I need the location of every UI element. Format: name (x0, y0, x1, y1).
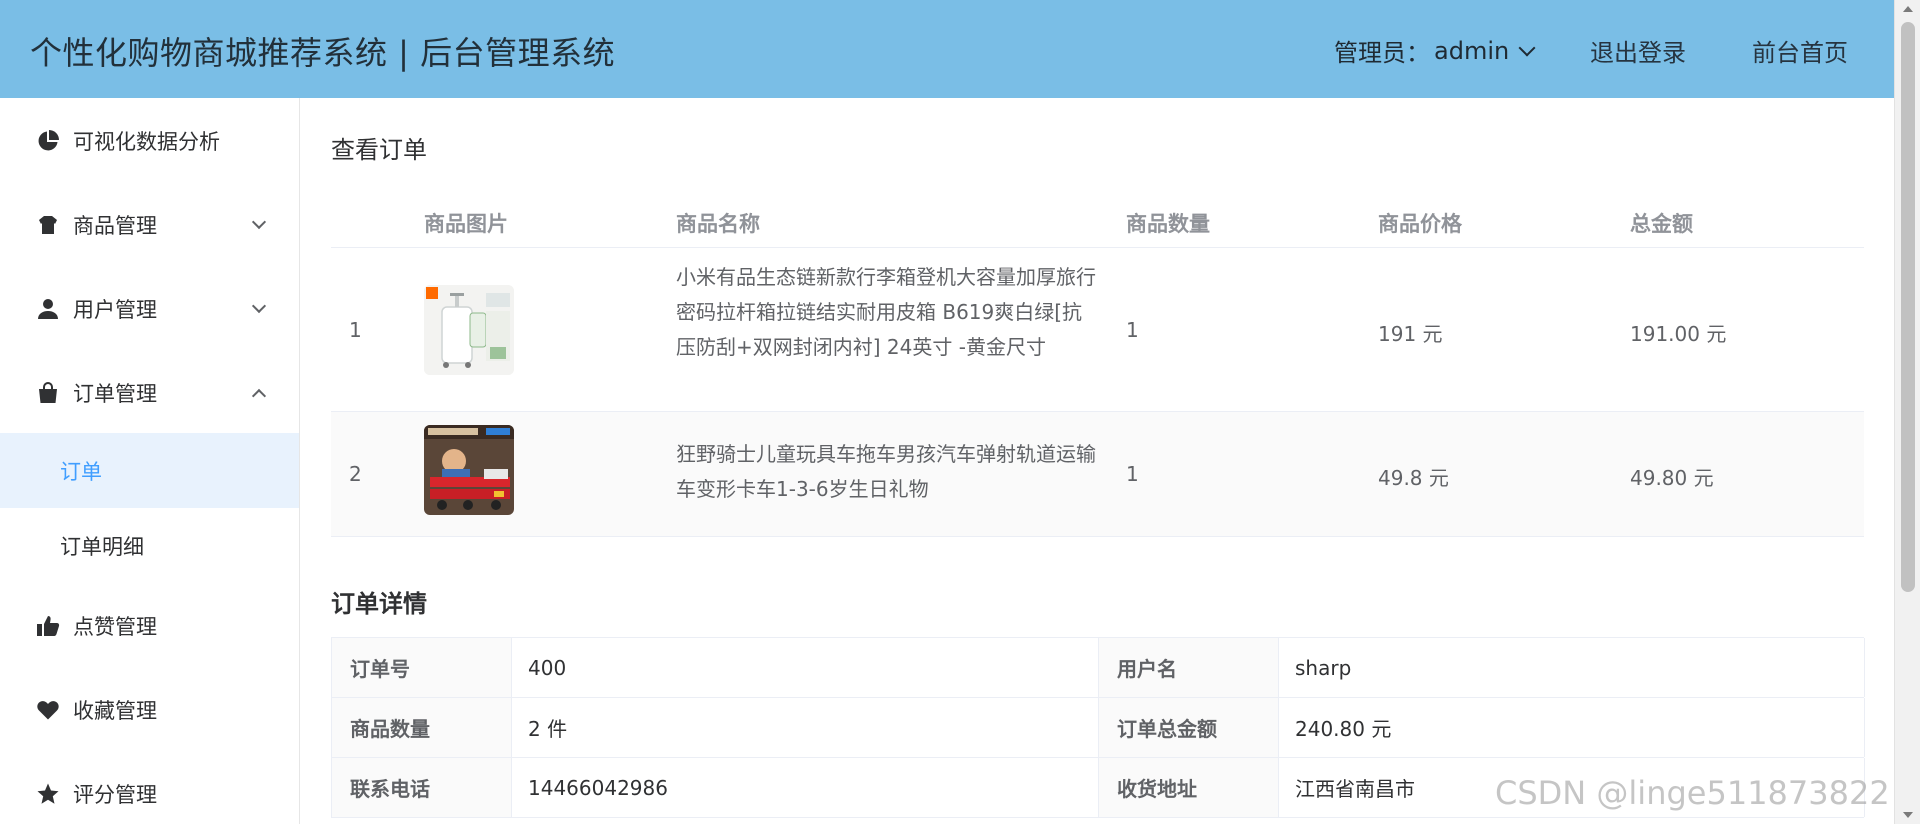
product-name: 狂野骑士儿童玩具车拖车男孩汽车弹射轨道运输车变形卡车1-3-6岁生日礼物 (676, 442, 1096, 501)
detail-value: 240.80 元 (1279, 698, 1865, 757)
scroll-down-arrow-icon[interactable] (1903, 812, 1913, 818)
user-icon (38, 299, 58, 319)
column-header: 商品价格 (1378, 212, 1462, 236)
page-title: 查看订单 (331, 136, 427, 164)
sidebar-item-orders[interactable]: 订单管理 (0, 363, 299, 423)
product-total: 191.00 元 (1630, 322, 1727, 346)
detail-value: sharp (1279, 638, 1865, 697)
detail-key: 用户名 (1099, 638, 1279, 697)
admin-name: admin (1434, 36, 1510, 65)
chevron-down-icon (251, 214, 267, 230)
sidebar-subitem-orders[interactable]: 订单 (0, 433, 299, 508)
table-header: 商品图片 商品名称 商品数量 商品价格 总金额 (331, 190, 1864, 248)
star-icon (37, 783, 59, 804)
pie-chart-icon (38, 130, 59, 151)
shopping-bag-icon (39, 382, 57, 403)
sidebar: 可视化数据分析 商品管理 用户管理 订单管理 订单 订单明细 点赞管理 收藏管理… (0, 98, 300, 824)
detail-value: 400 (512, 638, 1099, 697)
detail-value: 2 件 (512, 698, 1099, 757)
thumbs-up-icon (37, 616, 60, 636)
scroll-thumb[interactable] (1901, 22, 1915, 592)
sidebar-item-label: 用户管理 (73, 298, 157, 322)
product-name: 小米有品生态链新款行李箱登机大容量加厚旅行密码拉杆箱拉链结实耐用皮箱 B619爽… (676, 265, 1096, 359)
sidebar-item-label: 商品管理 (73, 214, 157, 238)
detail-key: 联系电话 (332, 758, 512, 817)
detail-row: 商品数量 2 件 订单总金额 240.80 元 (332, 698, 1865, 758)
top-header: 个性化购物商城推荐系统 | 后台管理系统 管理员： admin 退出登录 前台首… (0, 0, 1920, 98)
sidebar-item-likes[interactable]: 点赞管理 (0, 596, 299, 656)
column-header: 商品图片 (424, 212, 508, 236)
detail-key: 订单号 (332, 638, 512, 697)
detail-key: 订单总金额 (1099, 698, 1279, 757)
product-qty: 1 (1126, 318, 1139, 342)
order-detail-title: 订单详情 (331, 590, 427, 618)
goods-table: 商品图片 商品名称 商品数量 商品价格 总金额 1 小米有品生态链新款行李箱登机… (331, 190, 1864, 537)
watermark: CSDN @linge511873822 (1495, 774, 1890, 812)
sidebar-item-label: 可视化数据分析 (73, 130, 220, 154)
admin-label: 管理员： (1334, 39, 1430, 67)
column-header: 总金额 (1630, 212, 1693, 236)
admin-dropdown[interactable]: 管理员： admin (1334, 33, 1536, 68)
product-price: 191 元 (1378, 322, 1443, 346)
product-qty: 1 (1126, 462, 1139, 486)
sidebar-item-data-analysis[interactable]: 可视化数据分析 (0, 111, 299, 171)
chevron-down-icon (251, 298, 267, 314)
sidebar-item-label: 订单管理 (73, 382, 157, 406)
chevron-up-icon (251, 388, 267, 404)
product-total: 49.80 元 (1630, 466, 1714, 490)
sidebar-item-users[interactable]: 用户管理 (0, 279, 299, 339)
detail-row: 订单号 400 用户名 sharp (332, 638, 1865, 698)
sidebar-item-label: 点赞管理 (73, 615, 157, 639)
toy-truck-image (424, 425, 514, 515)
detail-value: 14466042986 (512, 758, 1099, 817)
heart-icon (37, 701, 59, 720)
detail-key: 收货地址 (1099, 758, 1279, 817)
sidebar-item-products[interactable]: 商品管理 (0, 195, 299, 255)
sidebar-item-label: 评分管理 (73, 783, 157, 807)
table-row: 1 小米有品生态链新款行李箱登机大容量加厚旅行密码拉杆箱拉链结实耐用皮箱 B61… (331, 248, 1864, 412)
sidebar-item-favorites[interactable]: 收藏管理 (0, 680, 299, 740)
scroll-up-arrow-icon[interactable] (1903, 6, 1913, 12)
vertical-scrollbar[interactable] (1894, 0, 1920, 824)
row-index: 1 (349, 318, 362, 342)
app-title: 个性化购物商城推荐系统 | 后台管理系统 (30, 34, 616, 72)
sidebar-item-ratings[interactable]: 评分管理 (0, 764, 299, 824)
chevron-down-icon (1518, 39, 1536, 56)
logout-link[interactable]: 退出登录 (1590, 33, 1686, 68)
product-icon (39, 216, 57, 234)
detail-key: 商品数量 (332, 698, 512, 757)
column-header: 商品名称 (676, 212, 760, 236)
product-price: 49.8 元 (1378, 466, 1449, 490)
table-row: 2 狂野骑士儿童玩具车拖车男孩汽车弹射轨道运输车变形卡车1-3-6岁生日礼物 1… (331, 412, 1864, 537)
suitcase-image (424, 285, 514, 375)
sidebar-subitem-label: 订单 (60, 459, 102, 484)
sidebar-item-label: 收藏管理 (73, 699, 157, 723)
sidebar-subitem-order-details[interactable]: 订单明细 (0, 508, 299, 583)
home-link[interactable]: 前台首页 (1752, 33, 1848, 68)
sidebar-subitem-label: 订单明细 (60, 534, 144, 559)
row-index: 2 (349, 462, 362, 486)
column-header: 商品数量 (1126, 212, 1210, 236)
